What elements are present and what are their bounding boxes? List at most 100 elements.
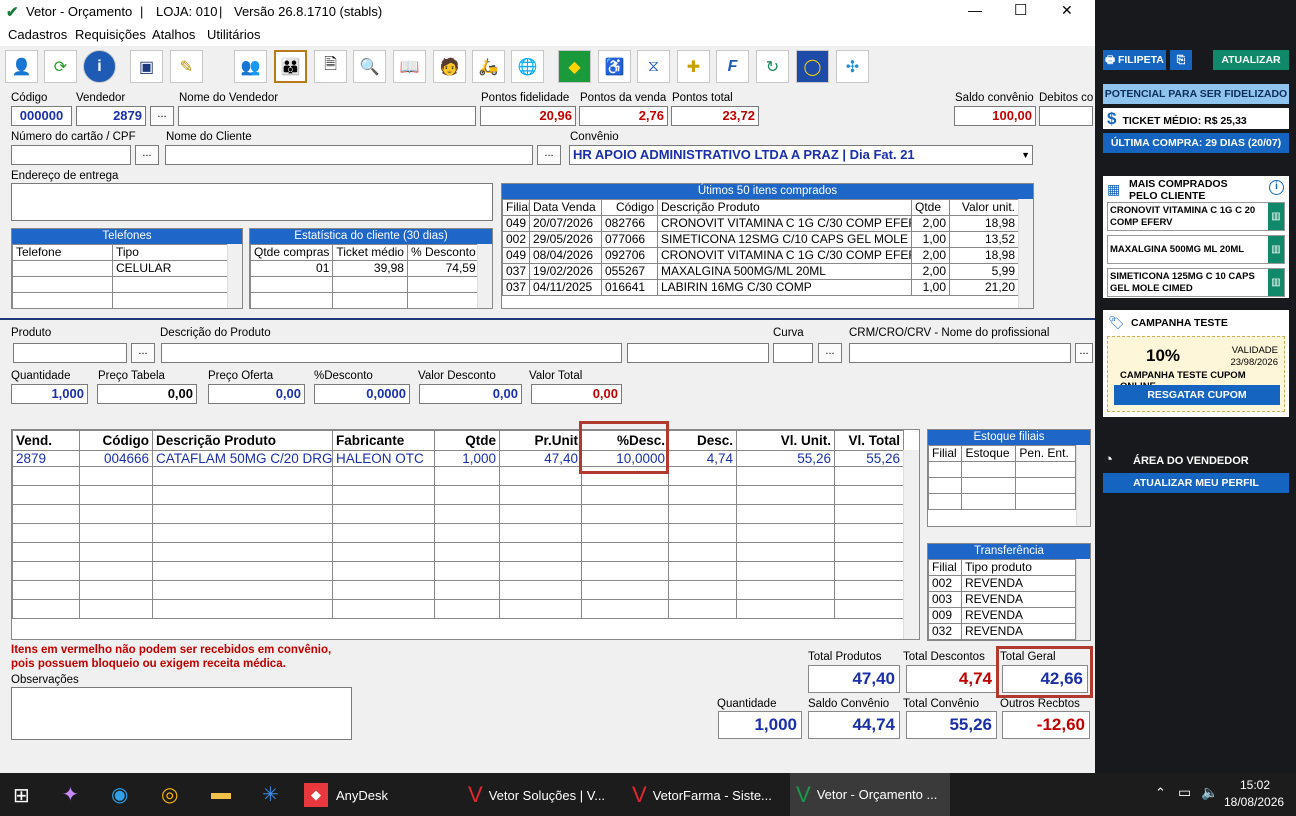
extra-field[interactable] xyxy=(627,343,769,363)
accessibility-icon[interactable]: ♿ xyxy=(598,50,631,83)
curva-field[interactable] xyxy=(773,343,813,363)
scrollbar[interactable] xyxy=(1076,445,1090,526)
brazil-flag-icon[interactable]: ◆ xyxy=(558,50,591,83)
volume-icon[interactable]: 🔈 xyxy=(1201,784,1218,801)
debitos-field xyxy=(1039,106,1093,126)
f-logo-icon[interactable]: F xyxy=(716,50,749,83)
network-icon[interactable]: ▭ xyxy=(1178,784,1191,801)
quantidade-field[interactable]: 1,000 xyxy=(11,384,88,404)
crm-lookup-button[interactable]: ... xyxy=(1075,343,1093,363)
nome-vendedor-field[interactable] xyxy=(178,106,476,126)
clock-date[interactable]: 18/08/2026 xyxy=(1224,795,1284,809)
atualizar-perfil-button[interactable]: ATUALIZAR MEU PERFIL xyxy=(1103,473,1289,493)
list-item[interactable]: MAXALGINA 500MG ML 20ML ▥ xyxy=(1107,235,1285,264)
magnifier-icon[interactable]: 🔍 xyxy=(353,50,386,83)
family-icon[interactable]: 👪 xyxy=(274,50,307,83)
table-row[interactable]: 002 29/05/2026 077066 SIMETICONA 12SMG C/10… xyxy=(502,231,1019,248)
chrome-icon[interactable]: ◎ xyxy=(161,782,178,807)
dollar-icon: $ xyxy=(1107,109,1117,128)
menu-cadastros[interactable]: Cadastros xyxy=(8,27,67,42)
person-icon[interactable]: 🧑 xyxy=(433,50,466,83)
produto-field[interactable] xyxy=(13,343,127,363)
health-plus-icon[interactable]: ✚ xyxy=(677,50,710,83)
curva-lookup-button[interactable]: ... xyxy=(818,343,842,363)
menu-utilitarios[interactable]: Utilitários xyxy=(207,27,260,42)
barcode-icon: ▥ xyxy=(1268,236,1284,263)
table-row[interactable]: 037 19/02/2026 055267 MAXALGINA 500MG/ML 20… xyxy=(502,263,1019,280)
table-row[interactable]: 009 REVENDA xyxy=(928,607,1076,624)
convenio-select[interactable]: HR APOIO ADMINISTRATIVO LTDA A PRAZ | Di… xyxy=(569,145,1033,165)
close-button[interactable]: ✕ xyxy=(1061,2,1073,19)
nome-cliente-field[interactable] xyxy=(165,145,533,165)
windows-start-icon[interactable]: ⊞ xyxy=(13,783,30,808)
save-icon[interactable]: ▣ xyxy=(130,50,163,83)
table-row[interactable]: 002 REVENDA xyxy=(928,575,1076,592)
taskbar-vetor-solucoes[interactable]: V Vetor Soluções | V... xyxy=(468,781,620,809)
table-row[interactable]: 037 04/11/2025 016641 LABIRIN 16MG C/30 COM… xyxy=(502,279,1019,296)
book-icon[interactable]: 📖 xyxy=(393,50,426,83)
atualizar-button[interactable]: ATUALIZAR xyxy=(1213,50,1289,70)
list-item[interactable]: CRONOVIT VITAMINA C 1G C 20 COMP EFERV ▥ xyxy=(1107,202,1285,231)
menu-requisicoes[interactable]: Requisições xyxy=(75,27,146,42)
table-row[interactable]: 032 REVENDA xyxy=(928,623,1076,640)
menu-atalhos[interactable]: Atalhos xyxy=(152,27,195,42)
produto-lookup-button[interactable]: ... xyxy=(131,343,155,363)
table-row[interactable]: 003 REVENDA xyxy=(928,591,1076,608)
edge-icon[interactable]: ◉ xyxy=(111,782,128,807)
network-app-icon[interactable]: ✳ xyxy=(262,782,279,807)
valor-desconto-field[interactable]: 0,00 xyxy=(419,384,522,404)
copy-icon[interactable]: ⎘ xyxy=(1170,50,1192,70)
table-row[interactable]: CELULAR xyxy=(12,260,228,277)
delivery-icon[interactable]: 🛵 xyxy=(472,50,505,83)
taskbar-vetor-orcamento[interactable]: V Vetor - Orçamento ... xyxy=(790,773,950,816)
crm-field[interactable] xyxy=(849,343,1071,363)
cliente-lookup-button[interactable]: ... xyxy=(537,145,561,165)
dna-icon[interactable]: ⧖ xyxy=(637,50,670,83)
info-icon[interactable]: i xyxy=(83,50,116,83)
vendedor-field[interactable]: 2879 xyxy=(76,106,146,126)
version-label: Versão 26.8.1710 (stabls) xyxy=(234,4,383,19)
scrollbar[interactable] xyxy=(903,450,919,639)
refresh-icon[interactable]: ⟳ xyxy=(44,50,77,83)
taskbar-anydesk[interactable]: ◆ AnyDesk xyxy=(304,781,454,809)
codigo-field[interactable]: 000000 xyxy=(11,106,72,126)
minimize-button[interactable]: — xyxy=(968,2,982,18)
total-geral-highlight-box xyxy=(996,646,1093,698)
cycle-icon[interactable]: ↻ xyxy=(756,50,789,83)
scrollbar[interactable] xyxy=(477,244,492,308)
maximize-button[interactable]: ☐ xyxy=(1014,1,1027,19)
edit-pencil-icon[interactable]: ✎ xyxy=(170,50,203,83)
document-icon[interactable]: 🗎 xyxy=(314,50,347,83)
scrollbar[interactable] xyxy=(1018,199,1033,308)
chevron-up-icon[interactable]: ⌃ xyxy=(1155,785,1166,801)
table-row[interactable]: 049 20/07/2026 082766 CRONOVIT VITAMINA C 1… xyxy=(502,215,1019,232)
cartao-cpf-field[interactable] xyxy=(11,145,131,165)
add-user-icon[interactable]: 👤 xyxy=(5,50,38,83)
table-row[interactable]: 049 08/04/2026 092706 CRONOVIT VITAMINA C 1… xyxy=(502,247,1019,264)
clock-time[interactable]: 15:02 xyxy=(1229,778,1281,792)
observacoes-field[interactable] xyxy=(11,687,352,740)
globe-cart-icon[interactable]: 🌐 xyxy=(511,50,544,83)
cartao-lookup-button[interactable]: ... xyxy=(135,145,159,165)
desconto-field[interactable]: 0,0000 xyxy=(314,384,410,404)
preco-tabela-field[interactable]: 0,00 xyxy=(97,384,197,404)
ring-icon[interactable]: ◯ xyxy=(796,50,829,83)
info-icon[interactable]: i xyxy=(1269,180,1284,195)
filipeta-button[interactable]: 🖶 FILIPETA xyxy=(1103,50,1166,70)
users-icon[interactable]: 👥 xyxy=(234,50,267,83)
descricao-produto-field[interactable] xyxy=(161,343,622,363)
vendedor-lookup-button[interactable]: ... xyxy=(150,106,174,126)
table-row[interactable]: 01 39,98 74,59 xyxy=(249,260,480,277)
table-row[interactable]: 2879 004666 CATAFLAM 50MG C/20 DRG HALEON O… xyxy=(12,450,904,467)
taskbar-vetorfarma[interactable]: V VetorFarma - Siste... xyxy=(632,781,784,809)
scrollbar[interactable] xyxy=(227,244,242,308)
resgatar-cupom-button[interactable]: RESGATAR CUPOM xyxy=(1114,385,1280,405)
copilot-icon[interactable]: ✦ xyxy=(62,782,79,807)
endereco-field[interactable] xyxy=(11,183,493,221)
quantidade-total-field: 1,000 xyxy=(718,711,802,739)
preco-oferta-field[interactable]: 0,00 xyxy=(208,384,305,404)
list-item[interactable]: SIMETICONA 125MG C 10 CAPS GEL MOLE CIME… xyxy=(1107,268,1285,297)
folder-icon[interactable]: ▬ xyxy=(211,782,231,805)
scrollbar[interactable] xyxy=(1076,559,1090,640)
modules-icon[interactable]: ✣ xyxy=(836,50,869,83)
